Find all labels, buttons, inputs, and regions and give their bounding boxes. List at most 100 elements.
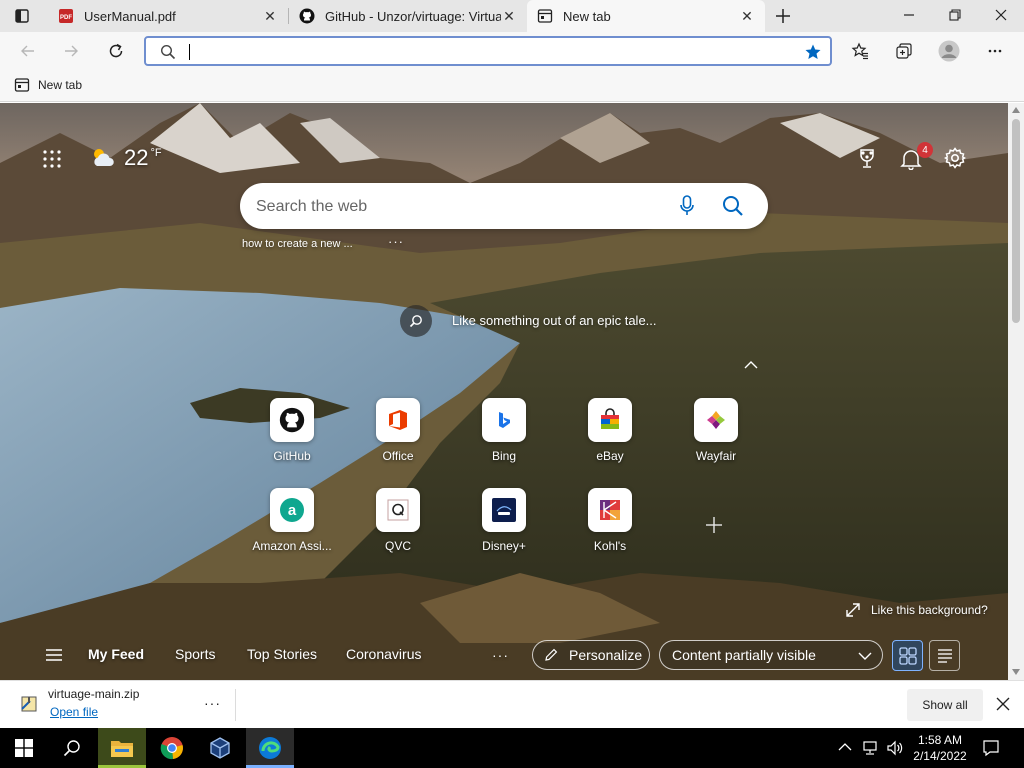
close-tab-icon[interactable]: ✕	[501, 8, 517, 25]
image-info-button[interactable]	[400, 305, 432, 337]
quick-link-label: GitHub	[273, 449, 311, 463]
search-icon[interactable]	[722, 195, 744, 217]
new-tab-button[interactable]	[770, 4, 796, 28]
disney-plus-icon	[492, 498, 516, 522]
text-caret	[189, 44, 190, 60]
address-bar[interactable]	[144, 36, 832, 66]
quick-link-label: Office	[382, 449, 414, 463]
taskbar-file-explorer[interactable]	[98, 728, 146, 768]
restore-button[interactable]	[932, 0, 978, 30]
close-tab-icon[interactable]: ✕	[262, 8, 278, 25]
close-window-button[interactable]	[978, 0, 1024, 30]
image-caption-link[interactable]: Like something out of an epic tale...	[452, 313, 657, 328]
quick-link-wayfair[interactable]: Wayfair	[671, 398, 761, 463]
quick-link-qvc[interactable]: QVC	[353, 488, 443, 553]
divider	[235, 689, 236, 721]
collections-button[interactable]	[889, 36, 919, 66]
star-filled-icon[interactable]	[804, 43, 822, 61]
feed-tab-label: Coronavirus	[346, 646, 422, 662]
search-icon	[409, 315, 422, 328]
personalize-button[interactable]: Personalize	[532, 640, 650, 670]
quick-link-ebay[interactable]: eBay	[565, 398, 655, 463]
feed-tab-my-feed[interactable]: My Feed	[88, 646, 144, 662]
windows-logo-icon	[15, 739, 33, 757]
web-search-box[interactable]: Search the web	[240, 183, 768, 229]
add-quick-link-button[interactable]	[704, 515, 724, 535]
like-background-label: Like this background?	[871, 603, 988, 617]
tab-title: UserManual.pdf	[84, 8, 176, 24]
show-hidden-icons-button[interactable]	[838, 740, 854, 756]
list-layout-button[interactable]	[929, 640, 960, 671]
like-background-button[interactable]: Like this background?	[846, 603, 988, 617]
feed-tab-top-stories[interactable]: Top Stories	[247, 646, 317, 662]
amazon-assistant-icon: a	[280, 498, 304, 522]
quick-link-amazon-assistant[interactable]: a Amazon Assi...	[247, 488, 337, 553]
show-all-downloads-button[interactable]: Show all	[907, 689, 983, 721]
refresh-icon	[109, 43, 123, 58]
scrollbar-thumb[interactable]	[1012, 119, 1020, 323]
notification-badge: 4	[917, 142, 933, 158]
profile-button[interactable]	[934, 36, 964, 66]
scroll-down-icon[interactable]	[1012, 669, 1020, 675]
favorites-button[interactable]	[845, 36, 875, 66]
page-settings-button[interactable]	[943, 147, 967, 169]
back-button[interactable]	[13, 36, 43, 66]
scroll-up-icon[interactable]	[1012, 107, 1020, 113]
content-visibility-label: Content partially visible	[672, 647, 816, 663]
favorites-bar: New tab	[0, 70, 1024, 102]
rewards-button[interactable]	[856, 148, 878, 170]
taskbar-virtualbox[interactable]	[196, 728, 244, 768]
system-clock[interactable]: 1:58 AM 2/14/2022	[912, 732, 968, 764]
collapse-links-button[interactable]	[743, 359, 759, 371]
quick-link-kohls[interactable]: Kohl's	[565, 488, 655, 553]
grid-layout-button[interactable]	[892, 640, 923, 671]
show-all-label: Show all	[922, 698, 968, 712]
weather-widget[interactable]: 22 °F	[90, 143, 162, 173]
open-file-link[interactable]: Open file	[50, 705, 98, 719]
start-button[interactable]	[0, 728, 48, 768]
feed-tab-sports[interactable]: Sports	[175, 646, 215, 662]
content-visibility-dropdown[interactable]: Content partially visible	[659, 640, 883, 670]
quick-link-disney-plus[interactable]: Disney+	[459, 488, 549, 553]
favorite-new-tab[interactable]: New tab	[14, 77, 82, 93]
download-more-button[interactable]: ···	[204, 695, 221, 711]
search-placeholder: Search the web	[256, 198, 368, 215]
refresh-button[interactable]	[101, 36, 131, 66]
tab-usermanual[interactable]: PDF UserManual.pdf ✕	[48, 0, 288, 32]
feed-tab-label: Top Stories	[247, 646, 318, 662]
close-tab-icon[interactable]: ✕	[739, 8, 755, 25]
microphone-icon[interactable]	[680, 195, 694, 217]
tab-new-tab[interactable]: New tab ✕	[527, 0, 765, 32]
recent-search-link[interactable]: how to create a new ...	[242, 238, 353, 250]
quick-link-label: Wayfair	[695, 449, 737, 463]
new-tab-page: 22 °F 4 Search the web how to create a n…	[0, 103, 1008, 680]
recent-search-more-button[interactable]: ···	[388, 234, 404, 249]
feed-tab-label: Sports	[175, 646, 216, 662]
minimize-button[interactable]	[886, 0, 932, 30]
taskbar-chrome[interactable]	[148, 728, 196, 768]
feed-more-button[interactable]: ···	[492, 647, 509, 663]
app-launcher-button[interactable]	[42, 149, 62, 169]
notifications-button[interactable]: 4	[900, 142, 933, 171]
edge-icon	[259, 737, 281, 759]
taskbar-edge[interactable]	[246, 728, 294, 768]
quick-link-office[interactable]: Office	[353, 398, 443, 463]
forward-button[interactable]	[56, 36, 86, 66]
restore-icon	[949, 9, 961, 21]
volume-icon[interactable]	[886, 739, 904, 757]
close-download-bar-button[interactable]	[996, 697, 1012, 713]
more-label: ···	[492, 647, 509, 663]
network-icon[interactable]	[862, 739, 880, 757]
action-center-button[interactable]	[982, 739, 1000, 757]
quick-link-bing[interactable]: Bing	[459, 398, 549, 463]
tab-actions-icon[interactable]	[14, 8, 30, 24]
settings-more-button[interactable]	[980, 36, 1010, 66]
minimize-icon	[904, 14, 914, 16]
close-icon	[996, 697, 1010, 711]
tab-github[interactable]: GitHub - Unzor/virtuage: Virtuage ✕	[289, 0, 527, 32]
page-scrollbar[interactable]	[1008, 103, 1024, 680]
feed-tab-coronavirus[interactable]: Coronavirus	[346, 646, 421, 662]
quick-link-github[interactable]: GitHub	[247, 398, 337, 463]
feed-menu-button[interactable]	[45, 648, 63, 662]
taskbar-search-button[interactable]	[48, 728, 96, 768]
